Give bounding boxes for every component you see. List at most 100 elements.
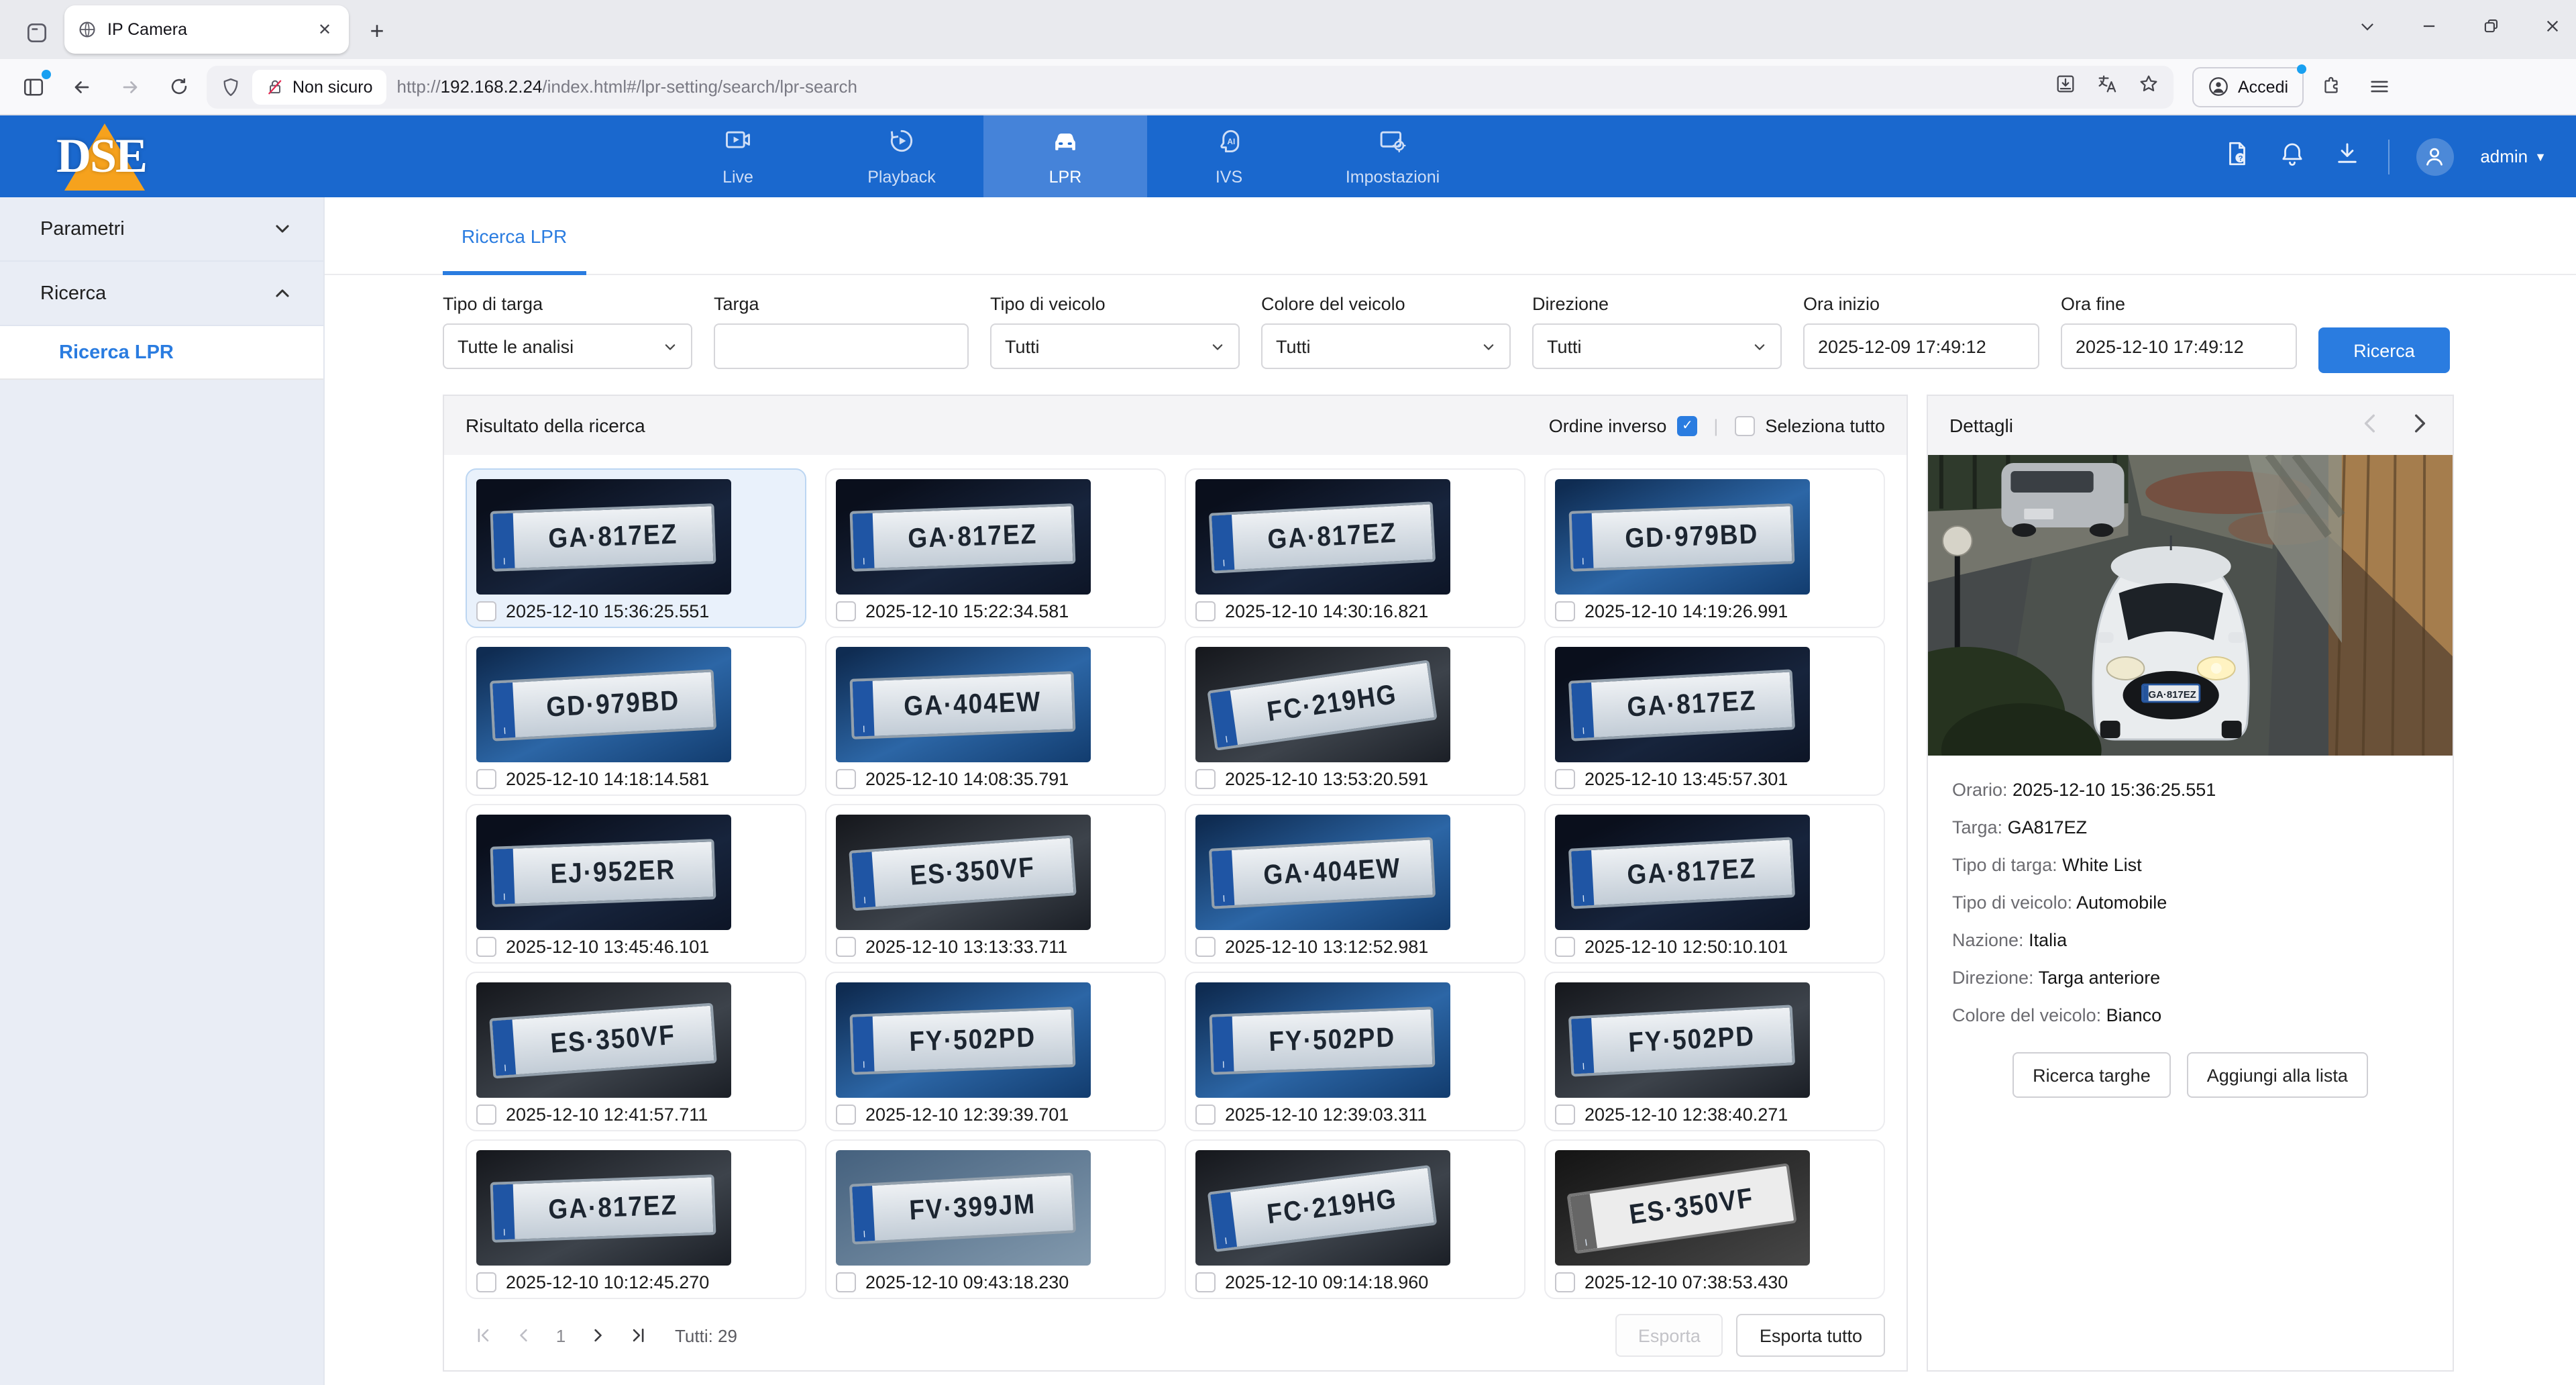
sidebar-toggle-icon[interactable] xyxy=(13,66,54,107)
result-card[interactable]: FY·502PD2025-12-10 12:38:40.271 xyxy=(1544,972,1885,1131)
filter-input[interactable]: 2025-12-09 17:49:12 xyxy=(1803,323,2039,369)
export-button[interactable]: Esporta xyxy=(1615,1314,1723,1357)
result-card[interactable]: ES·350VF2025-12-10 12:41:57.711 xyxy=(466,972,806,1131)
tab-list-icon[interactable] xyxy=(2353,17,2380,34)
result-card[interactable]: FV·399JM2025-12-10 09:43:18.230 xyxy=(825,1139,1166,1299)
result-checkbox[interactable] xyxy=(836,1272,856,1292)
result-card[interactable]: ES·350VF2025-12-10 07:38:53.430 xyxy=(1544,1139,1885,1299)
details-next-icon[interactable] xyxy=(2408,412,2431,439)
sidebar-group-parametri[interactable]: Parametri xyxy=(0,197,323,262)
url-field[interactable]: Non sicuro http://192.168.2.24/index.htm… xyxy=(207,65,2174,108)
guide-icon[interactable]: ? xyxy=(2222,139,2251,174)
extensions-icon[interactable] xyxy=(2311,66,2351,107)
result-card[interactable]: FC·219HG2025-12-10 13:53:20.591 xyxy=(1185,636,1525,796)
shield-icon[interactable] xyxy=(220,76,241,97)
browser-tab[interactable]: IP Camera ✕ xyxy=(64,5,349,54)
new-tab-button[interactable]: + xyxy=(357,11,397,51)
result-card[interactable]: GD·979BD2025-12-10 14:18:14.581 xyxy=(466,636,806,796)
result-checkbox[interactable] xyxy=(1195,937,1216,957)
plate-thumbnail: FY·502PD xyxy=(836,982,1091,1098)
bookmark-star-icon[interactable] xyxy=(2137,72,2160,101)
result-checkbox[interactable] xyxy=(1195,1105,1216,1125)
prev-page-icon[interactable] xyxy=(506,1318,541,1353)
filter-input[interactable] xyxy=(714,323,969,369)
result-checkbox[interactable] xyxy=(476,769,496,789)
reload-icon[interactable] xyxy=(158,66,199,107)
user-menu[interactable]: admin▼ xyxy=(2480,146,2546,166)
last-page-icon[interactable] xyxy=(621,1318,656,1353)
nav-item-playback[interactable]: Playback xyxy=(820,115,983,197)
minimize-icon[interactable] xyxy=(2415,17,2442,34)
result-checkbox[interactable] xyxy=(476,937,496,957)
result-checkbox[interactable] xyxy=(476,1105,496,1125)
sidebar-group-ricerca[interactable]: Ricerca xyxy=(0,262,323,326)
result-card[interactable]: FC·219HG2025-12-10 09:14:18.960 xyxy=(1185,1139,1525,1299)
result-checkbox[interactable] xyxy=(1555,1272,1575,1292)
reverse-order-checkbox[interactable]: ✓ xyxy=(1677,415,1697,435)
result-card[interactable]: GA·817EZ2025-12-10 15:36:25.551 xyxy=(466,468,806,628)
nav-item-impostazioni[interactable]: Impostazioni xyxy=(1311,115,1474,197)
result-checkbox[interactable] xyxy=(1555,1105,1575,1125)
select-all-checkbox[interactable] xyxy=(1734,415,1754,435)
result-card[interactable]: GA·404EW2025-12-10 13:12:52.981 xyxy=(1185,804,1525,964)
result-card[interactable]: ES·350VF2025-12-10 13:13:33.711 xyxy=(825,804,1166,964)
aggiungi-alla-lista-button[interactable]: Aggiungi alla lista xyxy=(2187,1052,2368,1098)
signin-button[interactable]: Accedi xyxy=(2192,66,2303,107)
filter-select[interactable]: Tutte le analisi xyxy=(443,323,692,369)
firefox-view-icon[interactable] xyxy=(13,9,59,55)
result-checkbox[interactable] xyxy=(836,937,856,957)
result-card[interactable]: GA·817EZ2025-12-10 13:45:57.301 xyxy=(1544,636,1885,796)
nav-item-ivs[interactable]: AIIVS xyxy=(1147,115,1311,197)
filter-select[interactable]: Tutti xyxy=(990,323,1240,369)
translate-icon[interactable] xyxy=(2096,72,2118,101)
result-card[interactable]: GA·817EZ2025-12-10 14:30:16.821 xyxy=(1185,468,1525,628)
result-checkbox[interactable] xyxy=(1555,937,1575,957)
details-prev-icon[interactable] xyxy=(2359,412,2381,439)
result-checkbox[interactable] xyxy=(1555,601,1575,621)
forward-icon[interactable] xyxy=(110,66,150,107)
filter-input[interactable]: 2025-12-10 17:49:12 xyxy=(2061,323,2297,369)
alarm-bell-icon[interactable] xyxy=(2277,139,2306,174)
back-icon[interactable] xyxy=(62,66,102,107)
result-card[interactable]: GA·817EZ2025-12-10 15:22:34.581 xyxy=(825,468,1166,628)
search-button[interactable]: Ricerca xyxy=(2318,327,2450,373)
nav-item-lpr[interactable]: LPR xyxy=(983,115,1147,197)
detail-label: Targa: xyxy=(1952,817,2008,837)
export-all-button[interactable]: Esporta tutto xyxy=(1737,1314,1885,1357)
result-card[interactable]: GA·817EZ2025-12-10 10:12:45.270 xyxy=(466,1139,806,1299)
next-page-icon[interactable] xyxy=(581,1318,616,1353)
page-number[interactable]: 1 xyxy=(546,1325,576,1345)
plate-thumbnail: FC·219HG xyxy=(1195,647,1450,762)
result-checkbox[interactable] xyxy=(836,601,856,621)
ricerca-targhe-button[interactable]: Ricerca targhe xyxy=(2012,1052,2171,1098)
result-card[interactable]: GA·817EZ2025-12-10 12:50:10.101 xyxy=(1544,804,1885,964)
nav-item-label: Playback xyxy=(867,168,935,187)
result-checkbox[interactable] xyxy=(1555,769,1575,789)
result-card[interactable]: FY·502PD2025-12-10 12:39:39.701 xyxy=(825,972,1166,1131)
result-checkbox[interactable] xyxy=(1195,769,1216,789)
avatar[interactable] xyxy=(2416,138,2453,175)
result-checkbox[interactable] xyxy=(1195,601,1216,621)
filter-select[interactable]: Tutti xyxy=(1532,323,1782,369)
menu-hamburger-icon[interactable] xyxy=(2359,66,2400,107)
save-page-icon[interactable] xyxy=(2054,72,2077,101)
result-card[interactable]: GD·979BD2025-12-10 14:19:26.991 xyxy=(1544,468,1885,628)
close-window-icon[interactable] xyxy=(2538,17,2565,34)
tab-ricerca-lpr[interactable]: Ricerca LPR xyxy=(443,197,586,275)
nav-item-live[interactable]: Live xyxy=(656,115,820,197)
result-card[interactable]: EJ·952ER2025-12-10 13:45:46.101 xyxy=(466,804,806,964)
result-checkbox[interactable] xyxy=(476,601,496,621)
tab-close-icon[interactable]: ✕ xyxy=(311,16,338,43)
result-card[interactable]: GA·404EW2025-12-10 14:08:35.791 xyxy=(825,636,1166,796)
sidebar-item-ricerca-lpr[interactable]: Ricerca LPR xyxy=(0,326,323,380)
result-checkbox[interactable] xyxy=(1195,1272,1216,1292)
security-chip[interactable]: Non sicuro xyxy=(252,69,386,104)
restore-icon[interactable] xyxy=(2477,17,2504,34)
result-checkbox[interactable] xyxy=(836,1105,856,1125)
result-card[interactable]: FY·502PD2025-12-10 12:39:03.311 xyxy=(1185,972,1525,1131)
filter-select[interactable]: Tutti xyxy=(1261,323,1511,369)
first-page-icon[interactable] xyxy=(466,1318,500,1353)
result-checkbox[interactable] xyxy=(836,769,856,789)
download-icon[interactable] xyxy=(2332,139,2361,174)
result-checkbox[interactable] xyxy=(476,1272,496,1292)
